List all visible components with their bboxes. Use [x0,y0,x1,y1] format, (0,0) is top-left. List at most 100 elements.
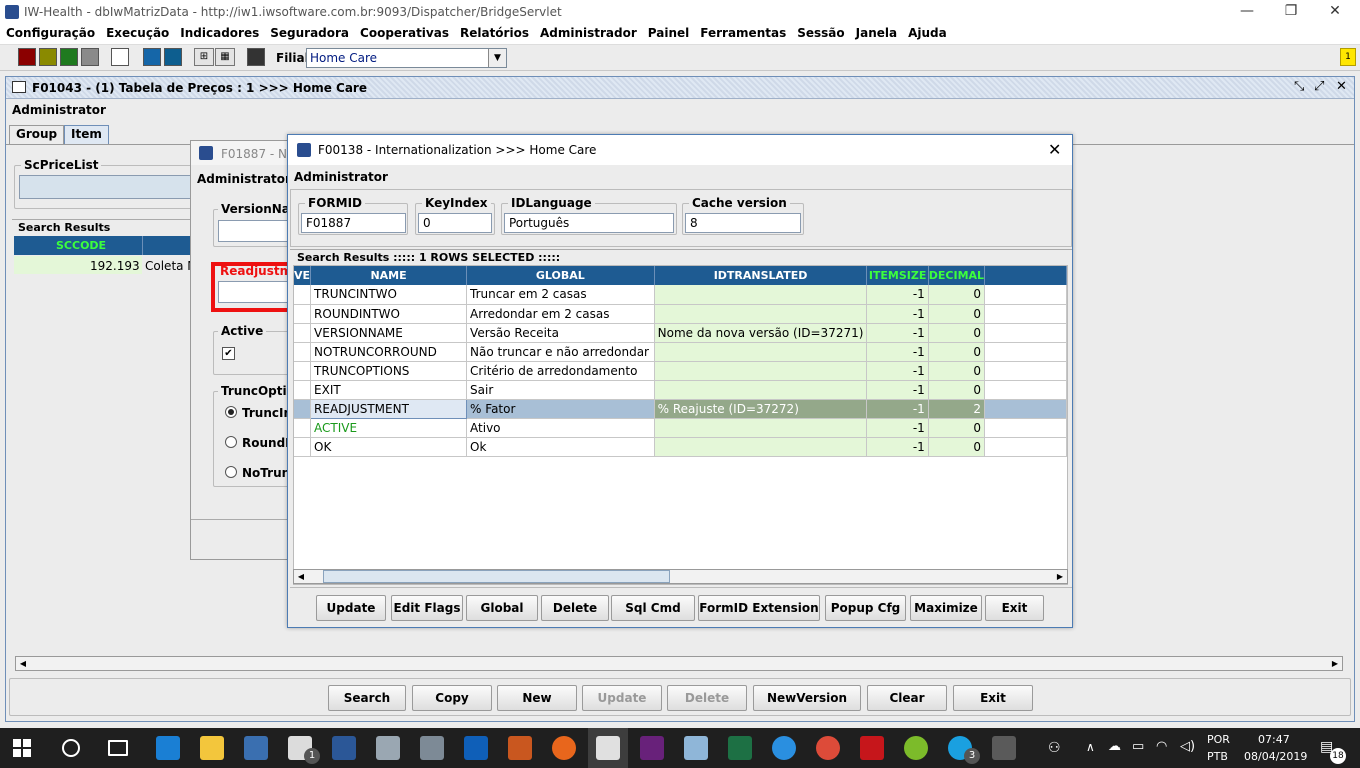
idtranslated-cell[interactable] [654,380,868,400]
menu-painel[interactable]: Painel [642,24,694,40]
decimal-cell[interactable]: 0 [928,342,986,362]
minimize-icon[interactable]: — [1232,3,1262,19]
readjustment-input[interactable] [218,281,291,303]
exit-button[interactable]: Exit [953,685,1033,711]
filler-cell[interactable] [984,285,1067,305]
decimal-cell[interactable]: 0 [928,418,986,438]
update-button[interactable]: Update [582,685,662,711]
name-cell[interactable]: TRUNCINTWO [310,285,468,305]
firefox-icon[interactable] [552,736,576,760]
wifi-icon[interactable]: ◠ [1156,739,1167,754]
itemsize-cell[interactable]: -1 [866,342,929,362]
global-cell[interactable]: Arredondar em 2 casas [466,304,655,324]
copy-button[interactable]: Copy [412,685,492,711]
app-blue-icon[interactable] [684,736,708,760]
dialog-close-icon[interactable]: ✕ [1048,140,1061,159]
ve-cell[interactable] [294,380,312,400]
acrobat-icon[interactable] [860,736,884,760]
itemsize-cell[interactable]: -1 [866,437,929,457]
keyindex-input[interactable]: 0 [418,213,492,233]
decimal-cell[interactable]: 0 [928,437,986,457]
table-row[interactable]: EXIT Sair -1 0 [294,380,1067,400]
dlg-exit-button[interactable]: Exit [985,595,1044,621]
itemsize-cell[interactable]: -1 [866,380,929,400]
idtranslated-cell[interactable]: Nome da nova versão (ID=37271) [654,323,868,343]
filial-select[interactable]: Home Care ▼ [306,48,507,68]
file-explorer-icon[interactable] [200,736,224,760]
idtranslated-cell[interactable] [654,361,868,381]
dlg-maximize-button[interactable]: Maximize [910,595,982,621]
radio-roundintwo[interactable] [225,436,237,448]
dlg-update-button[interactable]: Update [316,595,386,621]
itemsize-cell[interactable]: -1 [866,304,929,324]
ve-cell[interactable] [294,323,312,343]
col-name[interactable]: NAME [310,266,468,285]
menu-relatorios[interactable]: Relatórios [454,24,534,40]
idtranslated-cell[interactable] [654,285,868,305]
col-sccode[interactable]: SCCODE [56,239,106,252]
color-blue-button[interactable] [143,48,161,66]
filler-cell[interactable] [984,361,1067,381]
cacheversion-input[interactable]: 8 [685,213,801,233]
global-cell[interactable]: Sair [466,380,655,400]
visualstudio-icon[interactable] [640,736,664,760]
excel-icon[interactable] [728,736,752,760]
idtranslated-cell[interactable] [654,304,868,324]
idtranslated-cell[interactable]: % Reajuste (ID=37272) [654,399,868,419]
app-colorful-icon[interactable] [508,736,532,760]
idtranslated-cell[interactable] [654,437,868,457]
idlanguage-input[interactable]: Português [504,213,674,233]
decimal-cell[interactable]: 0 [928,361,986,381]
radio-truncintwo[interactable] [225,406,237,418]
itemsize-cell[interactable]: -1 [866,361,929,381]
name-cell[interactable]: ACTIVE [310,418,468,438]
menu-indicadores[interactable]: Indicadores [174,24,264,40]
filler-cell[interactable] [984,418,1067,438]
people-icon[interactable]: ⚇ [1048,740,1061,756]
versionname-input[interactable] [218,220,291,242]
table-row[interactable]: NOTRUNCORROUND Não truncar e não arredond… [294,342,1067,362]
menu-ajuda[interactable]: Ajuda [902,24,952,40]
global-cell[interactable]: Truncar em 2 casas [466,285,655,305]
col-ve[interactable]: VE [294,266,312,285]
color-olive-button[interactable] [39,48,57,66]
dlg-sqlcmd-button[interactable]: Sql Cmd [611,595,695,621]
dialog-scroll-left-icon[interactable]: ◀ [294,570,308,583]
maximize-frame-icon[interactable]: ⤢ [1314,79,1324,94]
idtranslated-cell[interactable] [654,342,868,362]
outlook-icon[interactable] [464,736,488,760]
name-cell[interactable]: NOTRUNCORROUND [310,342,468,362]
table-row[interactable]: OK Ok -1 0 [294,437,1067,457]
col-idtranslated[interactable]: IDTRANSLATED [654,266,868,285]
search-button[interactable]: Search [328,685,406,711]
dlg-delete-button[interactable]: Delete [541,595,609,621]
dialog-scroll-thumb[interactable] [323,570,670,583]
itemsize-cell[interactable]: -1 [866,323,929,343]
table-row[interactable]: VERSIONNAME Versão Receita Nome da nova ve… [294,323,1067,343]
ve-cell[interactable] [294,437,312,457]
cortana-icon[interactable] [62,739,80,757]
menu-sessao[interactable]: Sessão [791,24,849,40]
itemsize-cell[interactable]: -1 [866,418,929,438]
menu-ferramentas[interactable]: Ferramentas [694,24,791,40]
tab-group[interactable]: Group [9,125,65,144]
global-cell[interactable]: Ok [466,437,655,457]
color-gray-button[interactable] [81,48,99,66]
menu-administrador[interactable]: Administrador [534,24,642,40]
delete-button[interactable]: Delete [667,685,747,711]
ve-cell[interactable] [294,418,312,438]
decimal-cell[interactable]: 0 [928,323,986,343]
ve-cell[interactable] [294,399,312,419]
ve-cell[interactable] [294,361,312,381]
clock-time[interactable]: 07:47 [1258,733,1290,746]
color-white-button[interactable] [111,48,129,66]
filler-cell[interactable] [984,399,1067,419]
name-cell[interactable]: OK [310,437,468,457]
global-cell[interactable]: % Fator [466,399,655,419]
radio-notrunc[interactable] [225,466,237,478]
scroll-left-icon[interactable]: ◀ [16,657,30,670]
menu-configuracao[interactable]: Configuração [0,24,100,40]
decimal-cell[interactable]: 0 [928,285,986,305]
clear-button[interactable]: Clear [867,685,947,711]
active-checkbox[interactable]: ✔ [222,347,235,360]
